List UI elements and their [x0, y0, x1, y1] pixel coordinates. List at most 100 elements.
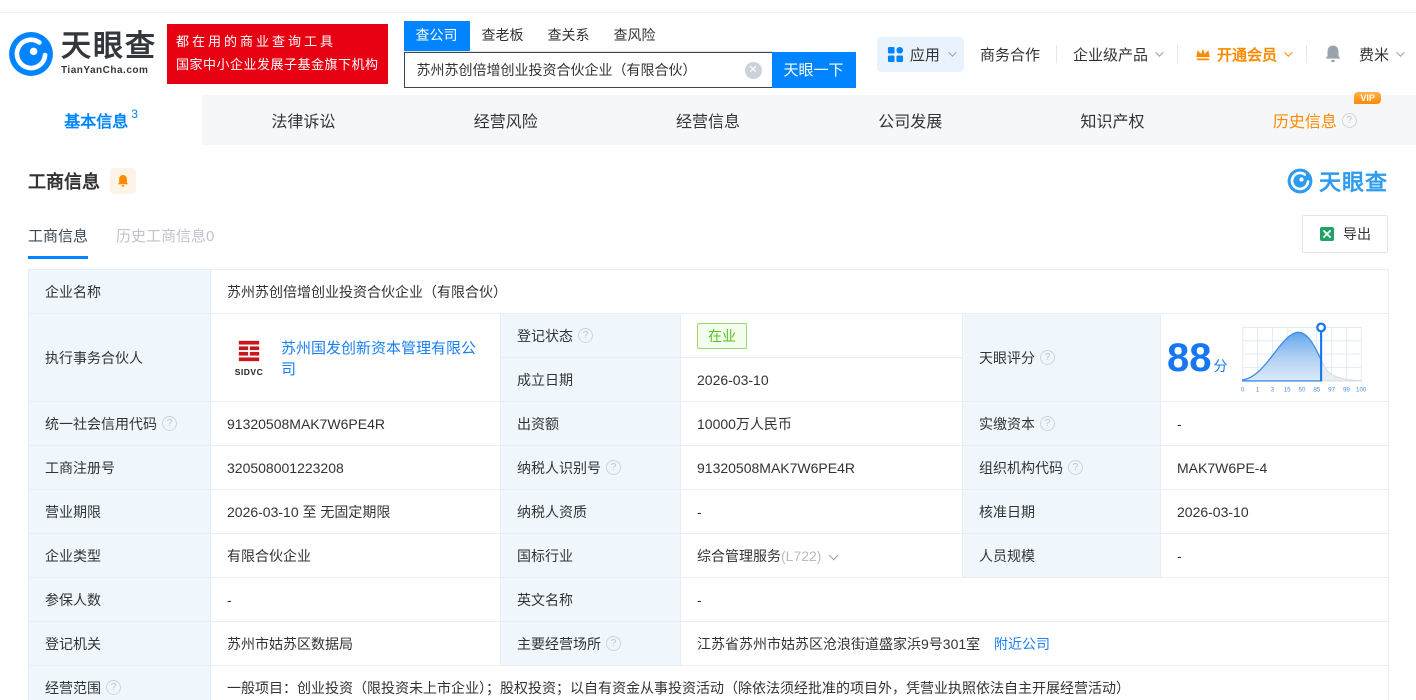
business-term-label: 营业期限	[28, 489, 211, 534]
status-badge: 在业	[697, 322, 747, 349]
partner-logo: SIDVC	[227, 339, 271, 377]
bell-icon	[117, 175, 129, 187]
section-title: 工商信息	[28, 172, 100, 192]
org-code-label: 组织机构代码?	[962, 445, 1161, 490]
logo-domain: TianYanCha.com	[61, 65, 149, 76]
help-icon[interactable]: ?	[162, 416, 177, 431]
table-row: 执行事务合伙人 SIDVC 苏州国发创新资本管理有限公司 登记状态 ? 在业 天…	[28, 313, 1390, 402]
username: 费米	[1358, 46, 1389, 64]
search-input[interactable]	[403, 51, 772, 88]
help-icon[interactable]: ?	[1068, 460, 1083, 475]
search-button[interactable]: 天眼一下	[771, 51, 856, 88]
registry-label: 登记机关	[28, 621, 211, 666]
clear-search-icon[interactable]: ✕	[744, 61, 762, 79]
tianyancha-logo[interactable]: 天眼查 TianYanCha.com	[8, 31, 157, 77]
address-label: 主要经营场所?	[500, 621, 681, 666]
industry-code: (L722)	[781, 547, 822, 564]
tianyancha-logo-icon	[9, 32, 53, 76]
managing-partner-value: SIDVC 苏州国发创新资本管理有限公司	[210, 313, 501, 402]
search-tab-company[interactable]: 查公司	[403, 20, 470, 51]
open-vip-label: 开通会员	[1216, 46, 1277, 64]
expand-industry-icon[interactable]	[829, 549, 840, 560]
partner-company-link[interactable]: 苏州国发创新资本管理有限公司	[281, 337, 484, 379]
monitor-bell-button[interactable]	[110, 168, 136, 194]
table-row: 登记机关 苏州市姑苏区数据局 主要经营场所? 江苏省苏州市姑苏区沧浪街道盛家浜9…	[28, 621, 1390, 666]
search-tabs: 查公司 查老板 查关系 查风险	[403, 20, 772, 52]
search-tab-relation[interactable]: 查关系	[536, 21, 602, 51]
tianyancha-watermark: 天眼查	[1287, 165, 1388, 197]
capital-value: 10000万人民币	[680, 401, 963, 446]
app-grid-icon	[887, 46, 903, 62]
capital-label: 出资额	[500, 401, 681, 446]
export-button[interactable]: 导出	[1302, 215, 1388, 253]
svg-text:50: 50	[1298, 386, 1305, 393]
taxpayer-id-value: 91320508MAK7W6PE4R	[680, 445, 963, 490]
taxpayer-quality-label: 纳税人资质	[500, 489, 681, 534]
apps-menu[interactable]: 应用	[876, 36, 964, 72]
taxpayer-id-label: 纳税人识别号?	[500, 445, 681, 490]
nav-divider	[1305, 45, 1307, 63]
staff-size-label: 人员规模	[962, 533, 1161, 578]
tab-legal[interactable]: 法律诉讼	[202, 95, 404, 145]
search-tab-risk[interactable]: 查风险	[602, 21, 668, 51]
tab-history-info-label: 历史信息	[1272, 114, 1337, 131]
score-value: 88 分 0 1 3 15 50 85 97 99 100	[1159, 313, 1390, 402]
subtab-business-info[interactable]: 工商信息	[28, 225, 89, 259]
nav-divider	[1055, 45, 1057, 63]
tab-company-development-label: 公司发展	[878, 114, 943, 131]
help-icon[interactable]: ?	[578, 328, 593, 343]
help-icon[interactable]: ?	[106, 680, 121, 695]
table-row: 参保人数 - 英文名称 -	[28, 577, 1390, 622]
industry-value: 综合管理服务(L722)	[680, 533, 963, 578]
search-tab-boss[interactable]: 查老板	[470, 21, 536, 51]
tab-basic-info[interactable]: 基本信息 3	[0, 95, 203, 145]
svg-text:97: 97	[1328, 386, 1335, 393]
tab-legal-label: 法律诉讼	[271, 114, 336, 131]
insured-count-label: 参保人数	[28, 577, 211, 622]
score-marker-pin	[1315, 321, 1326, 332]
user-menu[interactable]: 费米	[1358, 44, 1405, 65]
establish-date-value: 2026-03-10	[680, 357, 963, 402]
help-icon[interactable]: ?	[606, 460, 621, 475]
header-nav: 应用 商务合作 企业级产品 开通会员 费米	[876, 36, 1405, 72]
notification-bell-icon[interactable]	[1323, 44, 1343, 64]
tianyancha-logo-icon	[1287, 168, 1313, 194]
help-icon[interactable]: ?	[1040, 350, 1055, 365]
partner-logo-text: SIDVC	[234, 366, 264, 377]
score-label: 天眼评分?	[962, 313, 1161, 402]
tab-intellectual-property[interactable]: 知识产权	[1011, 95, 1213, 145]
chevron-down-icon	[1155, 48, 1164, 57]
paid-capital-value: -	[1159, 401, 1390, 446]
nearby-companies-link[interactable]: 附近公司	[994, 636, 1050, 652]
tab-history-info[interactable]: 历史信息 VIP ?	[1214, 92, 1416, 145]
credit-code-label: 统一社会信用代码?	[28, 401, 211, 446]
tab-operation-info[interactable]: 经营信息	[607, 95, 809, 145]
table-row: 统一社会信用代码? 91320508MAK7W6PE4R 出资额 10000万人…	[28, 401, 1390, 446]
subtab-history-business-info[interactable]: 历史工商信息0	[116, 225, 214, 259]
chevron-down-icon	[1396, 48, 1405, 57]
svg-text:0: 0	[1241, 386, 1245, 393]
svg-text:85: 85	[1313, 386, 1320, 393]
open-vip-menu[interactable]: 开通会员	[1194, 44, 1293, 65]
help-icon[interactable]: ?	[606, 636, 621, 651]
table-row: 营业期限 2026-03-10 至 无固定期限 纳税人资质 - 核准日期 202…	[28, 489, 1390, 534]
business-term-value: 2026-03-10 至 无固定期限	[210, 489, 501, 534]
slogan-line1: 都在用的商业查询工具	[176, 34, 337, 50]
enterprise-products-menu[interactable]: 企业级产品	[1073, 44, 1164, 65]
score-unit: 分	[1213, 357, 1228, 374]
tab-operation-risk[interactable]: 经营风险	[405, 95, 607, 145]
business-info-table: 企业名称 苏州苏创倍增创业投资合伙企业（有限合伙） 执行事务合伙人 SIDVC	[28, 269, 1390, 700]
excel-icon	[1320, 227, 1334, 241]
score-number: 88	[1167, 335, 1212, 380]
org-code-value: MAK7W6PE-4	[1159, 445, 1390, 490]
business-cooperation-link[interactable]: 商务合作	[980, 44, 1040, 65]
export-label: 导出	[1343, 226, 1371, 242]
tab-operation-risk-label: 经营风险	[473, 114, 538, 131]
table-row: 企业类型 有限合伙企业 国标行业 综合管理服务(L722) 人员规模 -	[28, 533, 1390, 578]
help-icon[interactable]: ?	[1341, 112, 1357, 128]
help-icon[interactable]: ?	[1040, 416, 1055, 431]
svg-text:99: 99	[1342, 386, 1349, 393]
tab-company-development[interactable]: 公司发展	[809, 95, 1011, 145]
business-info-section: 工商信息 天眼查 工商信息 历史工商信息0 导出 企业名称 苏州苏创倍增创业投资…	[0, 145, 1416, 700]
table-row: 工商注册号 320508001223208 纳税人识别号? 91320508MA…	[28, 445, 1390, 490]
